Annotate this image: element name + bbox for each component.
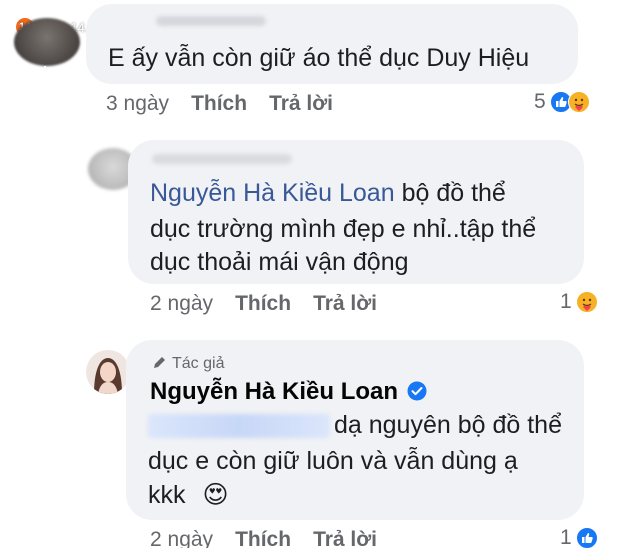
author-name-label: Nguyễn Hà Kiều Loan [150,378,399,405]
reaction-summary[interactable]: 5 [534,90,590,114]
comment-text-part: bộ đồ thể [401,179,506,207]
reply-button[interactable]: Trả lời [313,292,377,315]
comment-time[interactable]: 2 ngày [150,528,213,548]
comment-time[interactable]: 3 ngày [106,92,169,115]
comment-meta: 2 ngày Thích Trả lời [150,528,377,548]
blurred-mention [148,414,330,439]
comment-bubble: E ấy vẫn còn giữ áo thể dục Duy Hiệu [86,4,578,84]
like-icon [575,527,598,548]
reply-button[interactable]: Trả lời [313,528,377,548]
verified-badge-icon [407,381,427,401]
comment-text-line: dục e còn giữ luôn và vẫn dùng ạ [148,447,518,475]
author-avatar[interactable] [86,350,130,394]
reaction-count: 5 [534,90,546,113]
care-icon [575,291,598,313]
comment-meta: 3 ngày Thích Trả lời [106,92,333,116]
reply-connector [44,66,82,170]
pencil-icon [154,357,165,368]
care-icon [567,91,590,113]
blurred-author-name [156,16,266,26]
reply-button[interactable]: Trả lời [269,92,333,115]
reaction-summary[interactable]: 1 [560,526,598,548]
author-avatar-image [86,350,130,394]
like-button[interactable]: Thích [191,92,247,115]
reaction-count: 1 [560,526,572,548]
author-badge: Tác giả [152,354,224,373]
comment-text-line: kkk 😍 [148,478,229,512]
author-badge-label: Tác giả [172,355,225,372]
author-name[interactable]: Nguyễn Hà Kiều Loan [150,378,427,406]
comment-text: E ấy vẫn còn giữ áo thể dục Duy Hiệu [108,44,530,72]
comment-text-line: dục trường mình đẹp e nhỉ..tập thể [150,215,537,243]
like-button[interactable]: Thích [235,292,291,315]
comment-bubble: Tác giả Nguyễn Hà Kiều Loan dạ nguyên bộ… [126,340,584,520]
comment-bubble: Nguyễn Hà Kiều Loan bộ đồ thể dục trường… [128,140,584,284]
comment-time[interactable]: 2 ngày [150,292,213,315]
mention-link[interactable]: Nguyễn Hà Kiều Loan [150,179,395,207]
blurred-author-name [152,154,292,164]
comment-text-line: dục thoải mái vận động [150,248,409,276]
avatar[interactable] [14,18,80,66]
comment-text-line: Nguyễn Hà Kiều Loan bộ đồ thể [150,176,506,210]
comment-text-line: dạ nguyên bộ đồ thể [148,408,562,442]
like-button[interactable]: Thích [235,528,291,548]
comment-text-part: kkk [148,481,186,509]
comment-meta: 2 ngày Thích Trả lời [150,292,377,316]
reaction-count: 1 [560,290,572,313]
comment-text-part: dạ nguyên bộ đồ thể [334,411,562,439]
reaction-summary[interactable]: 1 [560,290,598,314]
heart-eyes-emoji-icon: 😍 [202,481,229,509]
